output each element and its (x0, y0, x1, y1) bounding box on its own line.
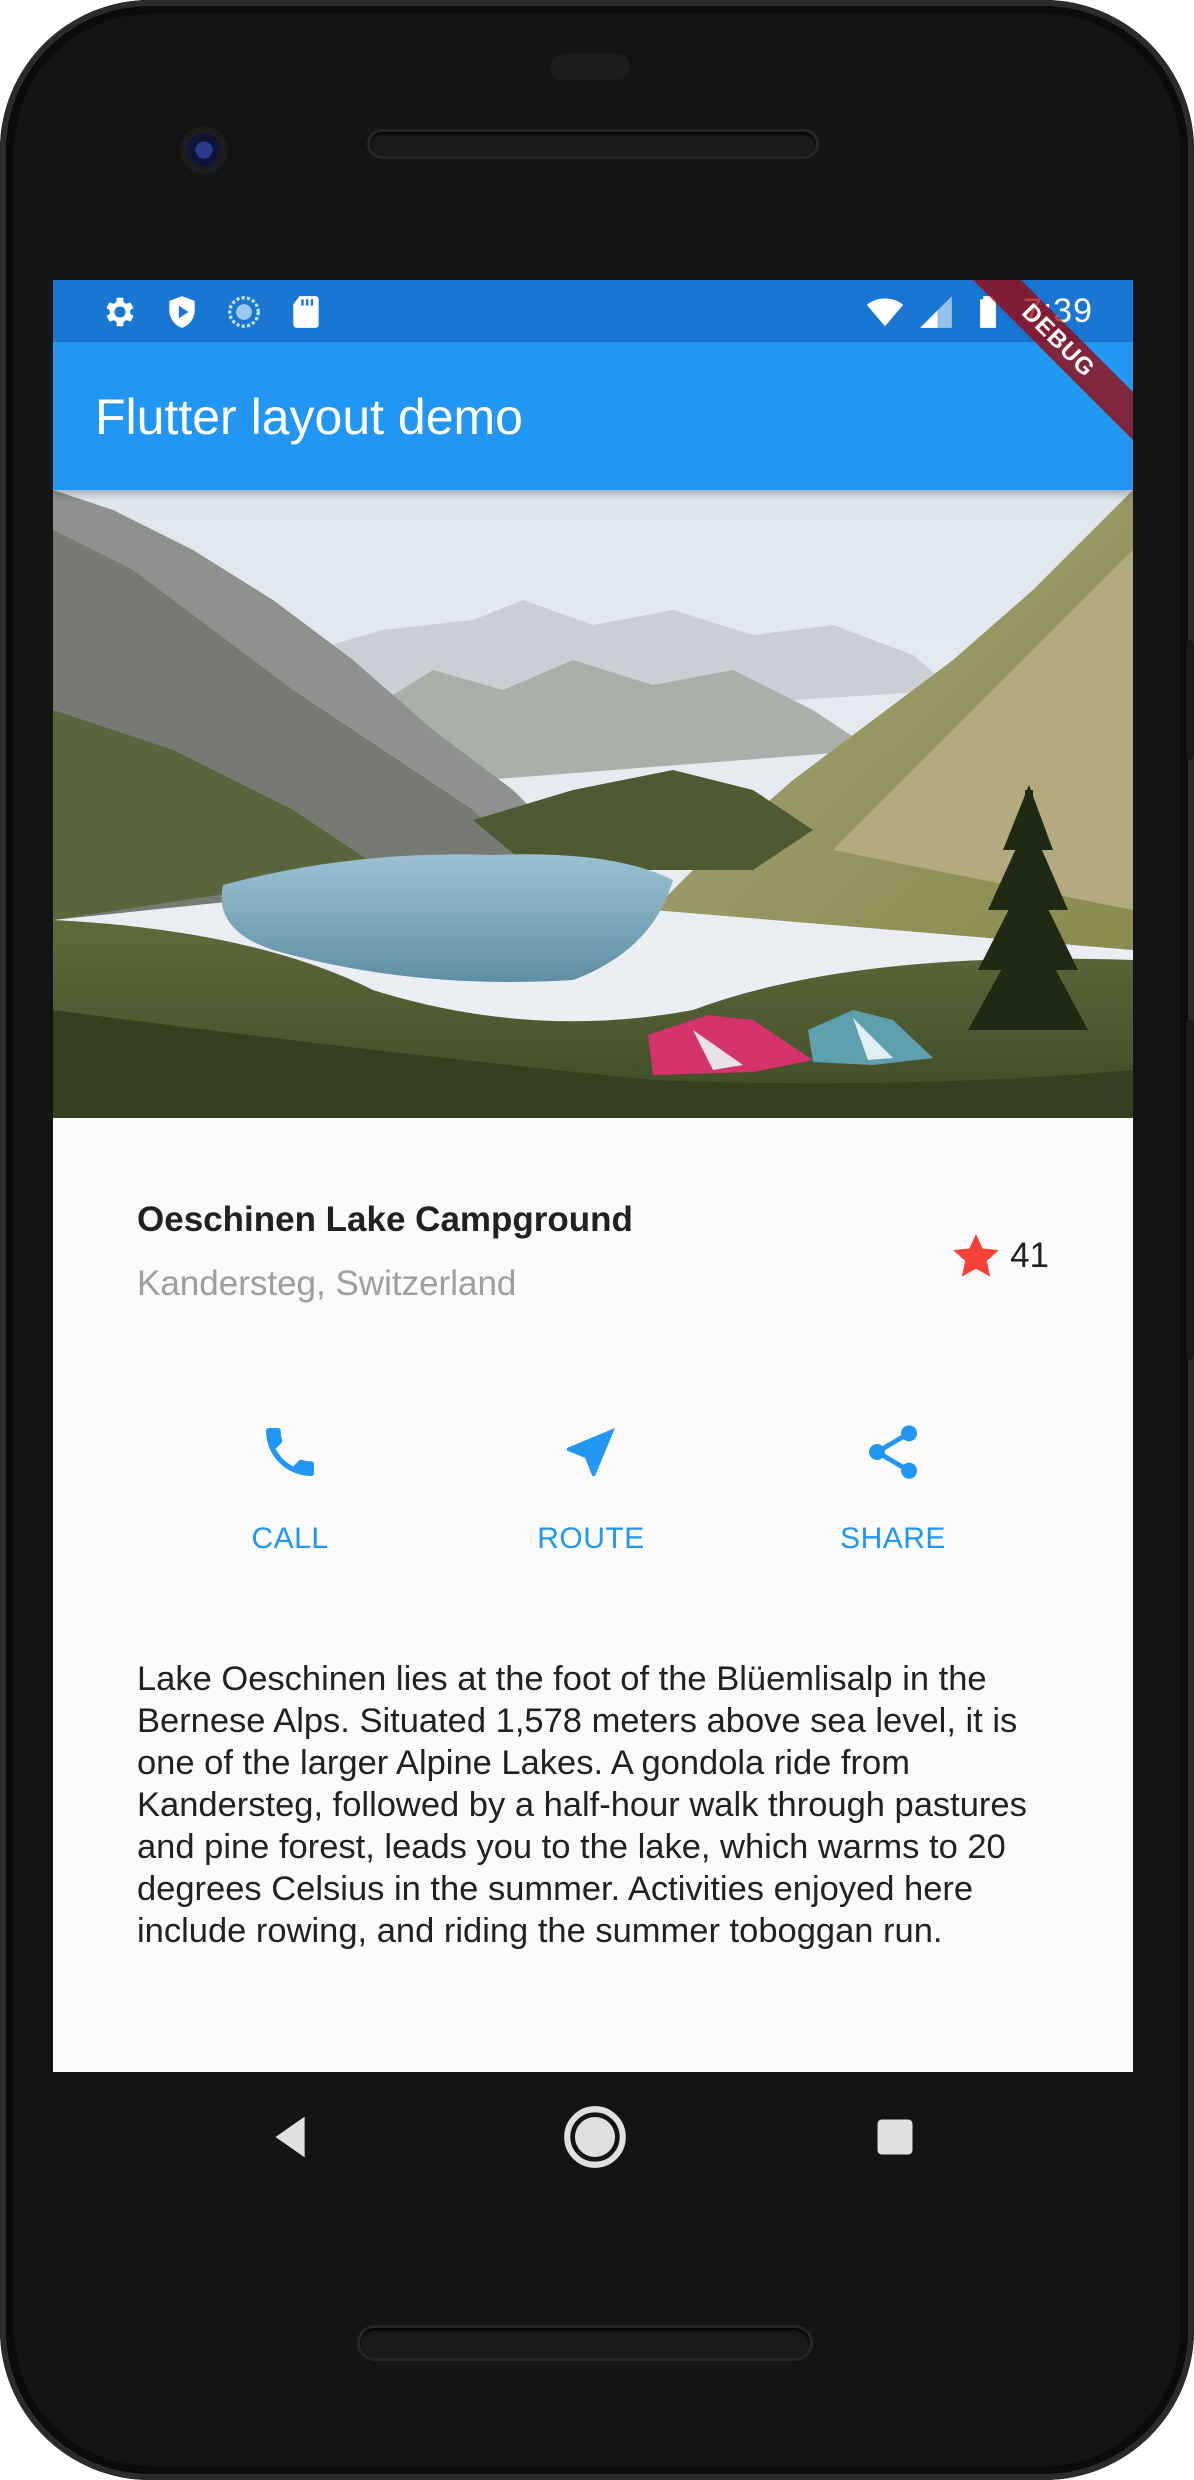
route-button[interactable]: ROUTE (471, 1420, 711, 1580)
hero-image (53, 490, 1133, 1118)
screen: 7:39 DEBUG Flutter layout demo Oeschinen… (53, 280, 1133, 2072)
rating-count: 41 (1010, 1236, 1049, 1275)
phone-frame: 7:39 DEBUG Flutter layout demo Oeschinen… (0, 0, 1194, 2480)
wifi-icon (866, 298, 904, 327)
app-bar: Flutter layout demo (53, 342, 1133, 490)
call-label: CALL (251, 1522, 329, 1555)
share-icon (869, 1425, 917, 1479)
front-camera (180, 126, 228, 174)
place-name: Oeschinen Lake Campground (137, 1200, 633, 1239)
settings-icon (106, 297, 134, 327)
rating[interactable]: 41 (948, 1226, 1049, 1286)
star-icon[interactable] (948, 1228, 1004, 1284)
share-label: SHARE (840, 1522, 946, 1555)
sync-circle-icon (228, 296, 260, 328)
app-bar-title: Flutter layout demo (95, 389, 523, 445)
sd-card-icon (293, 296, 319, 328)
recents-icon[interactable] (860, 2102, 930, 2172)
share-button[interactable]: SHARE (773, 1420, 1013, 1580)
earpiece (550, 54, 630, 80)
volume-button (1186, 1020, 1194, 1360)
bottom-speaker (360, 2328, 810, 2358)
home-icon[interactable] (558, 2100, 632, 2174)
place-location: Kandersteg, Switzerland (137, 1264, 517, 1303)
description-text: Lake Oeschinen lies at the foot of the B… (137, 1660, 1027, 1950)
top-speaker (370, 132, 816, 156)
status-bar: 7:39 (53, 280, 1133, 342)
nav-bar (53, 2072, 1133, 2202)
call-button[interactable]: CALL (170, 1420, 410, 1580)
route-label: ROUTE (537, 1522, 645, 1555)
button-section: CALL ROUTE SHARE (53, 1420, 1133, 1580)
navigation-icon (567, 1428, 615, 1476)
title-section: Oeschinen Lake Campground Kandersteg, Sw… (137, 1200, 1049, 1320)
power-button (1186, 640, 1194, 760)
back-icon[interactable] (258, 2102, 328, 2172)
phone-icon (266, 1428, 314, 1476)
play-protect-icon (169, 296, 195, 328)
lake-mountain-campground-photo (53, 490, 1133, 1118)
signal-icon (920, 296, 952, 328)
